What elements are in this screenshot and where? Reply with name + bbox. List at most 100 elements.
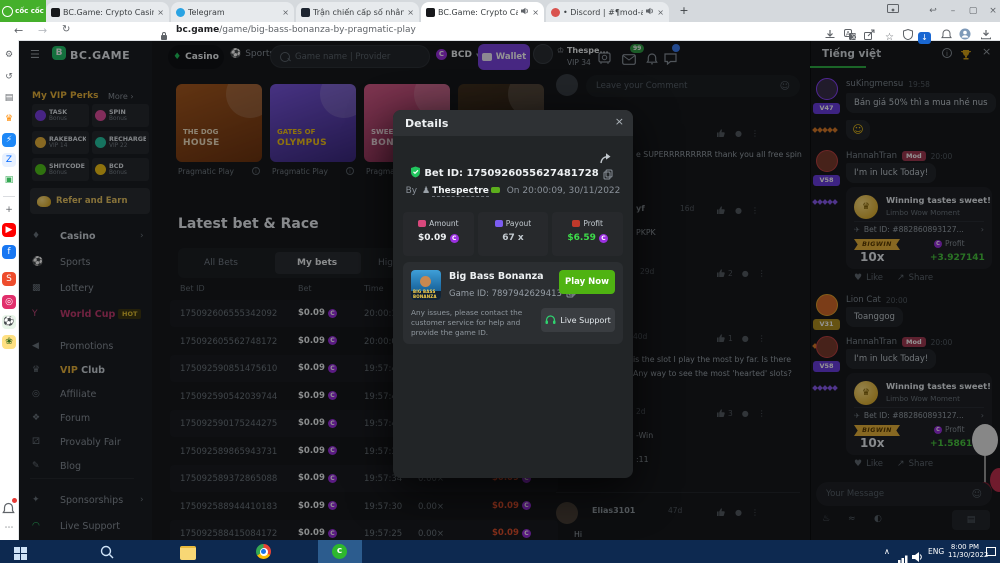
tray-date: 11/30/2022 <box>948 551 982 559</box>
tab-favicon <box>51 8 60 17</box>
coccoc-brand-button[interactable]: cốc cốc <box>0 0 46 22</box>
tab-title: • Discord | #¶mod-anno <box>563 8 643 17</box>
reading-list-icon[interactable]: ▤ <box>2 91 16 105</box>
forward-icon[interactable]: → <box>38 24 47 37</box>
back-icon[interactable]: ← <box>14 24 23 37</box>
coccoc-button[interactable]: c <box>332 544 347 559</box>
browser-tab-bar: cốc cốc BC.Game: Crypto Casino Gan×Teleg… <box>0 0 1000 22</box>
close-icon[interactable]: × <box>615 115 624 128</box>
farm-game-icon[interactable]: ❀ <box>2 335 16 349</box>
gamepad-icon[interactable]: ▣ <box>2 173 16 187</box>
svg-text:文: 文 <box>851 33 856 40</box>
tab-close-icon[interactable]: × <box>282 8 289 17</box>
shopee-icon[interactable]: S <box>2 272 16 286</box>
tab-favicon <box>301 8 310 17</box>
tab-close-icon[interactable]: × <box>657 8 664 17</box>
tab-audio-icon[interactable] <box>521 7 529 17</box>
play-now-button[interactable]: Play Now <box>559 270 615 294</box>
tab-close-icon[interactable]: × <box>157 8 164 17</box>
stat-label: Payout <box>506 219 532 228</box>
save-page-icon[interactable] <box>824 25 836 44</box>
game-id: Game ID: 7897942629413 <box>449 287 576 299</box>
headset-icon <box>545 315 556 325</box>
browser-tab[interactable]: Telegram× <box>171 2 294 22</box>
game-panel: BIG BASS BONANZA Big Bass Bonanza Game I… <box>403 262 623 344</box>
zalo-icon[interactable]: Z <box>2 153 16 167</box>
copy-icon[interactable] <box>603 170 616 181</box>
windows-taskbar: c ∧ ENG 8:00 PM11/30/2022 <box>0 540 1000 563</box>
share-icon[interactable] <box>864 25 875 44</box>
browser-tab[interactable]: BC.Game: Crypto Casino Gan× <box>46 2 169 22</box>
support-note: Any issues, please contact the customer … <box>411 308 533 339</box>
cast-screen-icon[interactable] <box>886 4 900 18</box>
tab-favicon <box>176 8 185 17</box>
facebook-icon[interactable]: f <box>2 245 16 259</box>
settings-gear-icon[interactable]: ⚙ <box>2 48 16 62</box>
stat-label: Amount <box>429 219 458 228</box>
modal-header: Details × <box>393 110 633 136</box>
live-support-button[interactable]: Live Support <box>541 308 615 332</box>
stat-icon <box>495 220 503 227</box>
translate-icon[interactable]: A文 <box>844 25 856 44</box>
downloads-icon[interactable] <box>980 25 992 44</box>
tab-title: BC.Game: Crypto Casino Gan <box>63 8 154 17</box>
browser-edge-sidebar: ⚙ ↺ ▤ ♛ ⚡ Z ▣ + ▶ fS ◎ ⚽ ❀ ⋯ <box>0 40 19 540</box>
browser-tab[interactable]: Trận chiến cấp số nhân chơi× <box>296 2 419 22</box>
stat-value: $6.59 C <box>552 233 623 243</box>
bet-author-line: By ♟Thespectre On 20:00:09, 30/11/2022 <box>393 186 633 196</box>
browser-tab[interactable]: BC.Game: Crypto Casino× <box>421 2 544 22</box>
more-icon[interactable]: ⋯ <box>2 523 16 533</box>
stat-value: $0.09 C <box>403 233 474 243</box>
language-indicator[interactable]: ENG <box>928 547 944 556</box>
file-explorer-button[interactable] <box>180 546 196 560</box>
crown-icon[interactable]: ♛ <box>2 112 16 126</box>
stat-value: 67 x <box>478 233 549 243</box>
browser-address-bar: ← → ↻ bc.game/game/big-bass-bonanza-by-prag… <box>0 22 1000 41</box>
bookmark-star-icon[interactable]: ☆ <box>885 25 894 44</box>
tray-time: 8:00 PM <box>948 543 982 551</box>
new-tab-button[interactable]: + <box>677 4 691 18</box>
chrome-button[interactable] <box>256 544 271 559</box>
lock-icon <box>160 26 168 45</box>
username-link[interactable]: Thespectre <box>432 186 489 197</box>
youtube-icon[interactable]: ▶ <box>2 223 16 237</box>
adblock-shield-icon[interactable] <box>903 25 913 44</box>
game-name: Big Bass Bonanza <box>449 271 544 282</box>
action-center-icon[interactable] <box>986 547 996 556</box>
clock[interactable]: 8:00 PM11/30/2022 <box>948 543 982 559</box>
browser-tab[interactable]: • Discord | #¶mod-anno × <box>546 2 669 22</box>
coccoc-logo-icon <box>2 6 13 17</box>
tray-chevron-icon[interactable]: ∧ <box>884 547 890 556</box>
stat-amount: Amount $0.09 C <box>403 212 474 256</box>
history-icon[interactable]: ↺ <box>2 70 16 84</box>
close-window-button[interactable]: × <box>986 4 1000 18</box>
minimize-button[interactable]: – <box>946 4 960 18</box>
profile-icon[interactable] <box>959 25 971 44</box>
start-button[interactable] <box>14 545 27 558</box>
network-icon[interactable] <box>898 548 908 563</box>
stat-payout: Payout 67 x <box>478 212 549 256</box>
screen: ☰BBC.GAMEMy VIP PerksMore ›TASKBonusSPIN… <box>0 0 1000 563</box>
speaker-icon[interactable] <box>912 547 923 563</box>
bet-details-modal: Details × Bet ID: 1750926055627481728 By… <box>393 110 633 478</box>
tab-audio-icon[interactable] <box>646 7 654 17</box>
shield-check-icon <box>410 166 421 178</box>
url-field[interactable]: bc.game/game/big-bass-bonanza-by-pragmat… <box>176 25 416 35</box>
stat-profit: Profit$6.59 C <box>552 212 623 256</box>
download-active-icon[interactable]: ↓ <box>918 25 931 44</box>
game-thumbnail[interactable]: BIG BASS BONANZA <box>411 270 441 300</box>
tab-close-icon[interactable]: × <box>532 8 539 17</box>
instagram-icon[interactable]: ◎ <box>2 295 16 309</box>
maximize-button[interactable]: ▢ <box>966 4 980 18</box>
add-icon[interactable]: + <box>2 203 16 217</box>
notifications-bell-icon[interactable] <box>2 500 16 514</box>
extensions-bell-icon[interactable] <box>941 25 952 44</box>
reload-icon[interactable]: ↻ <box>62 24 70 35</box>
return-icon[interactable]: ↩ <box>926 4 940 18</box>
user-icon: ♟ <box>422 186 430 196</box>
tab-favicon <box>551 8 560 17</box>
messenger-icon[interactable]: ⚡ <box>2 133 16 147</box>
tab-close-icon[interactable]: × <box>407 8 414 17</box>
soccer-icon[interactable]: ⚽ <box>2 315 16 329</box>
search-button[interactable] <box>100 544 114 563</box>
